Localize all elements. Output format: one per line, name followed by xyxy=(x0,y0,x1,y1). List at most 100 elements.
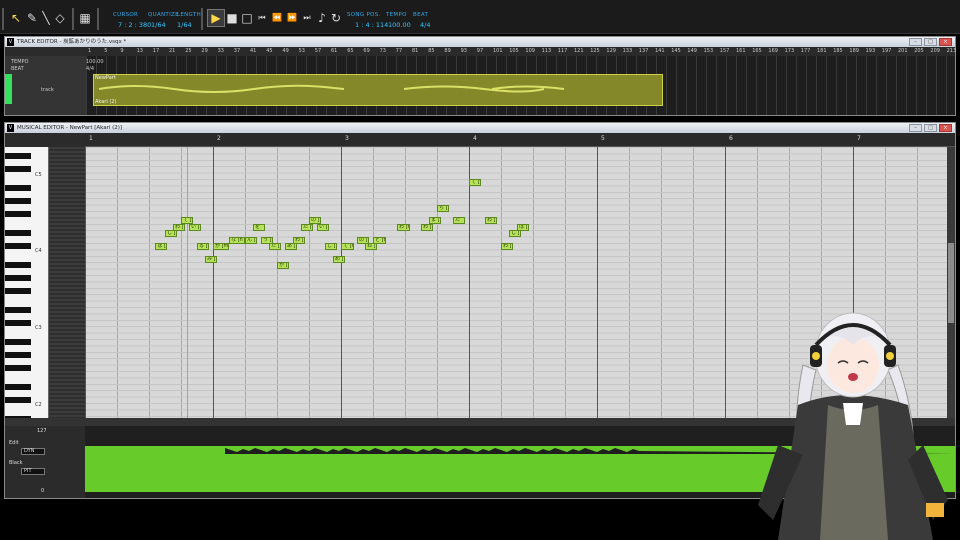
track-editor-window: V TRACK EDITOR - 炭鉱あかりのうた.vsqx * – □ × 1… xyxy=(4,36,956,116)
eraser-tool-icon[interactable]: ◇ xyxy=(52,10,68,26)
maximize-button[interactable]: □ xyxy=(924,124,937,132)
black-key[interactable] xyxy=(5,198,31,205)
note[interactable]: わ [m a] xyxy=(397,223,410,231)
note[interactable]: い [ xyxy=(317,223,329,231)
black-key[interactable] xyxy=(5,319,31,326)
ruler-tick: 17 xyxy=(152,48,160,54)
black-key[interactable] xyxy=(5,383,31,390)
note[interactable]: し [i] xyxy=(165,230,177,238)
note[interactable]: し [ xyxy=(325,243,337,250)
note[interactable]: は [ xyxy=(155,243,168,250)
track-ruler[interactable]: 1 5 9 13 17 21 25 29 33 37 41 45 49 53 57 61 65 69 73 77 81 8… xyxy=(86,47,957,56)
note[interactable]: と [t o] xyxy=(373,236,386,244)
grid-tool-icon[interactable]: ▦ xyxy=(77,10,93,26)
note[interactable]: を xyxy=(253,223,265,231)
quantize-select[interactable]: 1/64 xyxy=(151,21,166,29)
note[interactable]: か [ xyxy=(277,262,289,270)
note[interactable]: め [ xyxy=(333,255,345,263)
black-key[interactable] xyxy=(5,275,31,281)
song-position-cursor[interactable] xyxy=(187,147,189,418)
bar-line xyxy=(213,147,214,418)
piano-keyboard[interactable]: C5 C4 C3 C2 xyxy=(5,147,49,418)
close-button[interactable]: × xyxy=(939,38,952,46)
vocaloid-app: ↖ ✎ ╲ ◇ ▦ CURSOR 7 : 2 : 380 QUANTIZE 1/… xyxy=(0,0,960,540)
play-icon[interactable]: ▶ xyxy=(207,9,225,27)
forward-end-icon[interactable]: ⏭ xyxy=(299,10,315,26)
note[interactable]: ま [ xyxy=(429,217,441,225)
ruler-tick: 21 xyxy=(169,48,176,54)
black-key[interactable] xyxy=(5,262,31,269)
loop-icon[interactable]: ↻ xyxy=(328,10,344,26)
black-key[interactable] xyxy=(5,287,31,294)
minimize-button[interactable]: – xyxy=(909,124,922,132)
black-key[interactable] xyxy=(5,153,31,160)
ruler-tick: 173 xyxy=(784,48,795,54)
beat-row-label: BEAT xyxy=(11,66,24,72)
black-key[interactable] xyxy=(5,243,31,249)
bar-ruler[interactable]: 1 2 3 4 5 6 7 xyxy=(85,133,955,147)
black-key[interactable] xyxy=(5,396,31,403)
note[interactable]: わ [ xyxy=(421,223,433,231)
arrow-tool-icon[interactable]: ↖ xyxy=(8,10,24,26)
note[interactable]: は [ xyxy=(517,223,529,231)
note[interactable]: あ [ xyxy=(285,243,297,250)
note[interactable]: ね [ xyxy=(365,243,377,250)
black-key[interactable] xyxy=(5,364,31,371)
note[interactable]: か [m a] xyxy=(213,243,229,250)
vocal-part-block[interactable]: NewPart Akari (2) xyxy=(93,74,663,106)
note[interactable]: て [m a] xyxy=(341,243,354,250)
black-key[interactable] xyxy=(5,351,31,358)
note[interactable]: て [t] xyxy=(469,179,481,186)
black-key[interactable] xyxy=(5,307,31,313)
note[interactable]: た [t] xyxy=(301,223,313,231)
note[interactable]: る [t] xyxy=(197,243,209,250)
note[interactable]: わ [ xyxy=(485,217,497,225)
ruler-tick: 89 xyxy=(444,48,451,54)
length-label: LENGTH xyxy=(177,12,202,18)
record-icon[interactable]: □ xyxy=(239,10,255,26)
app-icon: V xyxy=(7,38,14,46)
black-key[interactable] xyxy=(5,211,31,217)
black-key[interactable] xyxy=(5,185,31,192)
tempo-value[interactable]: 100.00 xyxy=(388,21,411,29)
note[interactable]: ん [N] xyxy=(245,236,257,244)
bar-line xyxy=(341,147,342,418)
ruler-tick: 169 xyxy=(768,48,778,54)
note[interactable]: た [ xyxy=(269,243,281,250)
maximize-button[interactable]: □ xyxy=(924,38,937,46)
stop-icon[interactable]: ■ xyxy=(224,10,240,26)
rewind-icon[interactable]: ⏪ xyxy=(269,10,285,26)
octave-label: C5 xyxy=(35,171,42,178)
edit-param-select[interactable]: DYN xyxy=(21,448,45,455)
black-key[interactable] xyxy=(5,230,31,237)
black-key[interactable] xyxy=(5,339,31,345)
ruler-tick: 205 xyxy=(914,48,924,54)
ruler-tick: 37 xyxy=(233,48,241,54)
note[interactable]: わ [ xyxy=(293,236,305,244)
forward-icon[interactable]: ⏩ xyxy=(284,10,300,26)
beat-value[interactable]: 4/4 xyxy=(420,21,430,29)
note[interactable]: な [n a] xyxy=(229,236,245,244)
length-select[interactable]: 1/64 xyxy=(177,21,192,29)
note[interactable]: い [ xyxy=(189,223,201,231)
track-name[interactable]: track xyxy=(41,87,54,93)
close-button[interactable]: × xyxy=(939,124,952,132)
ruler-tick: 197 xyxy=(881,48,892,54)
ruler-tick: 33 xyxy=(217,48,224,54)
note[interactable]: わ [ xyxy=(173,223,185,231)
black-key[interactable] xyxy=(5,166,31,173)
ruler-tick: 213 xyxy=(946,48,957,54)
black-param-select[interactable]: PIT xyxy=(21,468,45,475)
note[interactable]: し [ xyxy=(509,230,521,238)
note[interactable]: た xyxy=(453,217,465,225)
note[interactable]: み [ xyxy=(205,255,217,263)
bar-line xyxy=(469,147,470,418)
cursor-value: 7 : 2 : 380 xyxy=(118,21,152,29)
ruler-tick: 177 xyxy=(800,48,811,54)
minimize-button[interactable]: – xyxy=(909,38,922,46)
ruler-tick: 209 xyxy=(930,48,940,54)
note[interactable]: わ [ xyxy=(501,243,513,250)
note[interactable]: ら [ xyxy=(437,204,449,212)
rewind-start-icon[interactable]: ⏮ xyxy=(254,10,270,26)
glove-icon xyxy=(926,503,944,517)
